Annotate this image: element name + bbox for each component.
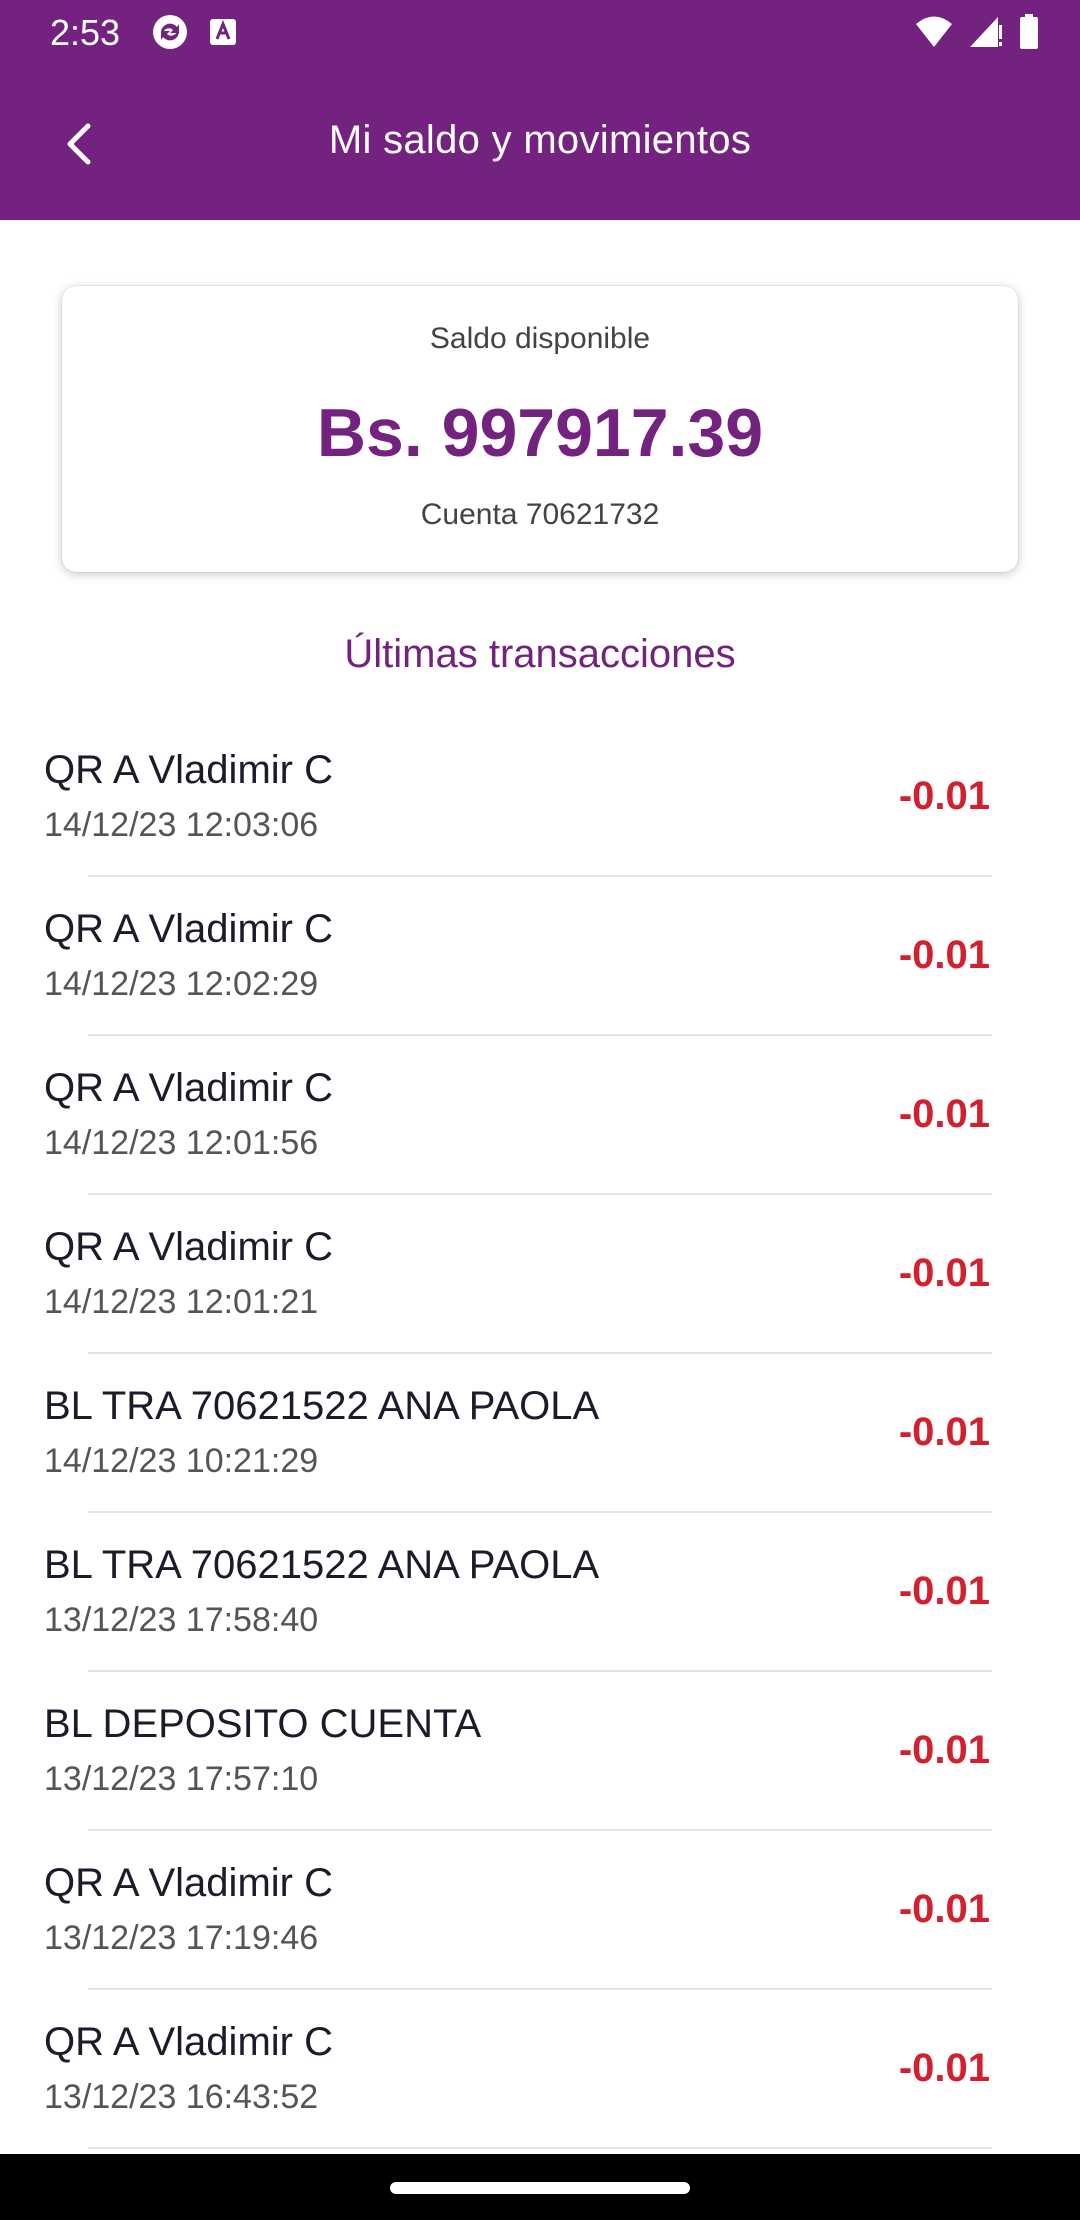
transaction-amount: -0.01	[898, 1728, 990, 1772]
transaction-amount: -0.01	[898, 1092, 990, 1136]
status-system-icons	[914, 14, 1040, 55]
balance-card: Saldo disponible Bs. 997917.39 Cuenta 70…	[62, 286, 1018, 572]
transaction-date: 14/12/23 12:03:06	[44, 806, 319, 844]
status-time: 2:53	[50, 12, 121, 53]
transaction-amount: -0.01	[898, 1251, 990, 1295]
home-gesture-handle[interactable]	[390, 2182, 690, 2194]
transaction-description: BL DEPOSITO CUENTA	[44, 1702, 482, 1746]
transaction-row[interactable]: QR A Vladimir C 14/12/23 12:02:29 -0.01	[0, 877, 1080, 1036]
transaction-description: QR A Vladimir C	[44, 1225, 333, 1269]
balance-label: Saldo disponible	[429, 322, 651, 355]
transaction-date: 13/12/23 17:57:10	[44, 1760, 319, 1798]
app-bar: Mi saldo y movimientos	[0, 66, 1080, 220]
transaction-description: BL TRA 70621522 ANA PAOLA	[44, 1384, 600, 1428]
a-box-icon	[208, 17, 238, 52]
sync-app-icon	[150, 12, 190, 57]
transaction-row[interactable]: QR A Vladimir C 14/12/23 12:01:56 -0.01	[0, 1036, 1080, 1195]
transaction-date: 14/12/23 10:21:29	[44, 1442, 319, 1480]
transaction-date: 13/12/23 16:43:52	[44, 2078, 319, 2116]
transaction-date: 14/12/23 12:01:56	[44, 1124, 319, 1162]
transaction-date: 14/12/23 12:02:29	[44, 965, 319, 1003]
transaction-description: QR A Vladimir C	[44, 748, 333, 792]
transaction-amount: -0.01	[898, 1569, 990, 1613]
transaction-row[interactable]: BL DEPOSITO CUENTA 13/12/23 17:57:10 -0.…	[0, 1672, 1080, 1831]
account-number: Cuenta 70621732	[420, 498, 660, 531]
system-navigation-bar	[0, 2154, 1080, 2220]
divider	[88, 2147, 992, 2149]
cell-signal-icon	[968, 15, 1004, 54]
page-title: Mi saldo y movimientos	[328, 118, 752, 162]
transaction-amount: -0.01	[898, 774, 990, 818]
transaction-amount: -0.01	[898, 2046, 990, 2090]
status-notification-icons	[150, 12, 238, 57]
status-bar: 2:53	[0, 0, 1080, 66]
transaction-description: QR A Vladimir C	[44, 1066, 333, 1110]
transaction-row[interactable]: QR A Vladimir C 14/12/23 12:01:21 -0.01	[0, 1195, 1080, 1354]
transaction-description: BL TRA 70621522 ANA PAOLA	[44, 1543, 600, 1587]
transaction-row[interactable]: QR A Vladimir C 13/12/23 16:43:52 -0.01	[0, 1990, 1080, 2149]
transactions-list: QR A Vladimir C 14/12/23 12:03:06 -0.01 …	[0, 718, 1080, 2149]
transaction-date: 13/12/23 17:58:40	[44, 1601, 319, 1639]
transaction-amount: -0.01	[898, 1410, 990, 1454]
transaction-row[interactable]: QR A Vladimir C 14/12/23 12:03:06 -0.01	[0, 718, 1080, 877]
transaction-row[interactable]: QR A Vladimir C 13/12/23 17:19:46 -0.01	[0, 1831, 1080, 1990]
transaction-row[interactable]: BL TRA 70621522 ANA PAOLA 14/12/23 10:21…	[0, 1354, 1080, 1513]
transaction-description: QR A Vladimir C	[44, 907, 333, 951]
wifi-icon	[914, 15, 954, 54]
transaction-description: QR A Vladimir C	[44, 1861, 333, 1905]
balance-amount: Bs. 997917.39	[316, 395, 764, 471]
transaction-row[interactable]: BL TRA 70621522 ANA PAOLA 13/12/23 17:58…	[0, 1513, 1080, 1672]
transaction-date: 13/12/23 17:19:46	[44, 1919, 319, 1957]
transaction-amount: -0.01	[898, 933, 990, 977]
transaction-date: 14/12/23 12:01:21	[44, 1283, 319, 1321]
transactions-section-title: Últimas transacciones	[344, 632, 736, 676]
transaction-amount: -0.01	[898, 1887, 990, 1931]
battery-icon	[1018, 14, 1040, 55]
transaction-description: QR A Vladimir C	[44, 2020, 333, 2064]
